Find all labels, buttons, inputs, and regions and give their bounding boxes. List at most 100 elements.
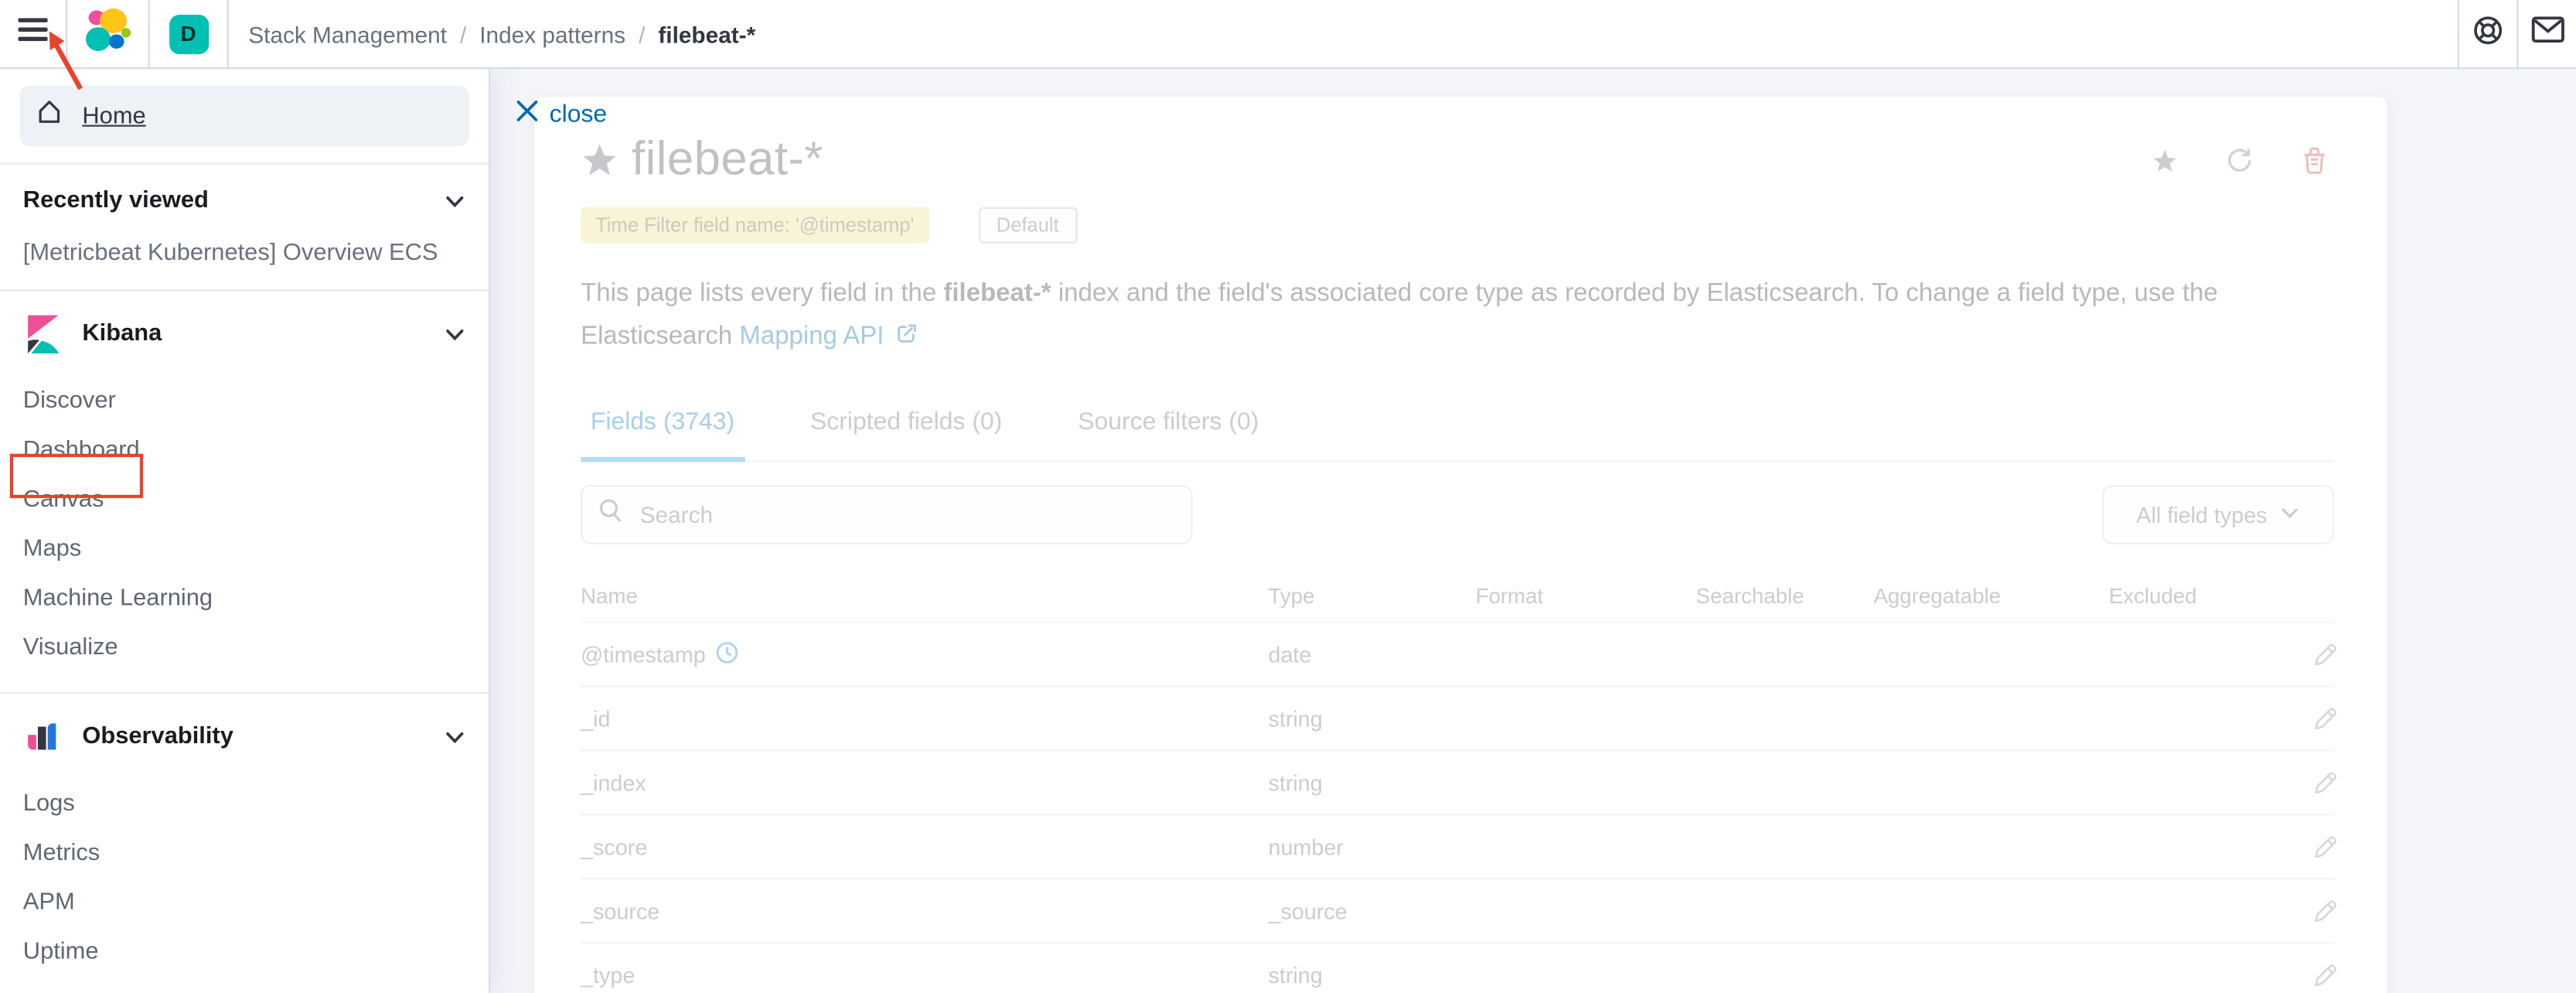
set-default-star-icon[interactable] [2152,147,2178,173]
field-type: date [1268,642,1475,667]
main-content-area: close filebeat-* [490,69,2576,993]
search-input[interactable] [636,500,1174,529]
index-name-bold: filebeat-* [943,279,1051,307]
tab-source-filters[interactable]: Source filters (0) [1068,408,1269,460]
kibana-logo-icon [23,314,63,353]
field-name: _score [581,834,647,859]
breadcrumb-stack-management[interactable]: Stack Management [248,21,447,47]
sidebar-item-discover[interactable]: Discover [23,377,465,426]
field-type: string [1268,706,1475,731]
table-row: @timestamp date [581,623,2334,688]
refresh-icon[interactable] [2226,146,2254,174]
table-row: _type string [581,944,2334,993]
edit-field-pencil-icon[interactable] [2313,964,2338,988]
elastic-logo-icon [84,5,132,61]
nav-flyout: Home Recently viewed [Metricbeat Kuberne… [0,69,490,993]
default-badge: Default [978,207,1077,244]
home-label: Home [82,103,145,129]
breadcrumb-current-page: filebeat-* [658,21,755,47]
nav-group-observability: Observability Logs Metrics APM Uptime [0,694,489,993]
index-pattern-panel: close filebeat-* [533,95,2388,993]
tab-bar: Fields (3743) Scripted fields (0) Source… [581,408,2334,462]
time-field-clock-icon [716,640,739,668]
table-row: _score number [581,815,2334,879]
help-icon [2472,14,2503,53]
sidebar-item-apm[interactable]: APM [23,878,465,927]
table-row: _source _source [581,879,2334,944]
top-bar-divider [227,0,229,68]
field-type-filter-select[interactable]: All field types [2102,485,2334,544]
page-description: This page lists every field in the fileb… [581,273,2275,359]
sidebar-item-dashboard[interactable]: Dashboard [23,426,465,476]
newsfeed-button[interactable] [2519,0,2576,68]
close-button[interactable]: close [516,101,607,128]
home-icon [36,99,63,134]
sidebar-item-canvas[interactable]: Canvas [23,475,465,524]
breadcrumb-index-patterns[interactable]: Index patterns [479,21,625,47]
edit-field-pencil-icon[interactable] [2313,899,2338,923]
observability-group-title: Observability [82,723,233,749]
column-header-aggregatable: Aggregatable [1873,584,2108,609]
mapping-api-link[interactable]: Mapping API [739,322,884,350]
observability-logo-icon [23,717,63,756]
chevron-down-icon[interactable] [444,726,465,748]
column-header-excluded: Excluded [2109,584,2313,609]
space-selector[interactable]: D [150,0,227,68]
nav-group-kibana: Kibana Discover Dashboard Canvas Maps Ma… [0,291,489,694]
elastic-logo[interactable] [67,0,148,68]
table-row: _index string [581,752,2334,816]
sidebar-item-visualize[interactable]: Visualize [23,623,465,673]
table-row: _id string [581,688,2334,752]
field-type: string [1268,964,1475,988]
edit-field-pencil-icon[interactable] [2313,642,2338,667]
edit-field-pencil-icon[interactable] [2313,834,2338,859]
field-name: _source [581,899,659,923]
nav-group-recently-viewed: Recently viewed [Metricbeat Kubernetes] … [0,165,489,292]
kibana-app: D Stack Management / Index patterns / fi… [0,0,2576,993]
field-name: _type [581,964,635,988]
edit-field-pencil-icon[interactable] [2313,770,2338,795]
chevron-down-icon[interactable] [444,323,465,345]
breadcrumb: Stack Management / Index patterns / file… [248,21,755,47]
observability-group-header[interactable]: Observability [23,717,465,756]
newsfeed-icon [2530,16,2564,51]
sidebar-item-machine-learning[interactable]: Machine Learning [23,574,465,623]
breadcrumb-separator: / [639,21,645,47]
field-type: _source [1268,899,1475,923]
menu-toggle-button[interactable] [0,0,66,68]
sidebar-item-logs[interactable]: Logs [23,780,465,829]
tab-scripted-fields[interactable]: Scripted fields (0) [800,408,1012,460]
space-badge: D [169,14,208,53]
sidebar-item-maps[interactable]: Maps [23,524,465,574]
close-label: close [550,101,608,128]
tab-fields[interactable]: Fields (3743) [581,408,745,462]
observability-group-items: Logs Metrics APM Uptime [23,780,465,977]
field-type: number [1268,834,1475,859]
recently-viewed-header[interactable]: Recently viewed [23,187,465,213]
sidebar-item-metrics[interactable]: Metrics [23,828,465,878]
chevron-down-icon[interactable] [444,190,465,212]
fields-table: Name Type Format Searchable Aggregatable… [581,571,2334,993]
filter-row: All field types [581,485,2334,544]
field-name: @timestamp [581,642,706,667]
field-name: _id [581,706,610,731]
field-type: string [1268,770,1475,795]
column-header-type: Type [1268,584,1475,609]
time-filter-badge: Time Filter field name: '@timestamp' [581,207,929,244]
top-bar-right [2458,0,2576,68]
help-button[interactable] [2459,0,2516,68]
kibana-group-title: Kibana [82,321,162,347]
kibana-group-items: Discover Dashboard Canvas Maps Machine L… [23,377,465,673]
external-link-icon [889,322,918,350]
top-bar: D Stack Management / Index patterns / fi… [0,0,2576,69]
search-box[interactable] [581,485,1193,544]
edit-field-pencil-icon[interactable] [2313,706,2338,731]
sidebar-item-uptime[interactable]: Uptime [23,927,465,977]
kibana-group-header[interactable]: Kibana [23,314,465,353]
column-header-name: Name [581,584,1268,609]
search-icon [598,498,623,531]
recently-viewed-item[interactable]: [Metricbeat Kubernetes] Overview ECS [23,240,465,273]
field-name: _index [581,770,646,795]
sidebar-item-home[interactable]: Home [20,86,469,147]
delete-trash-icon[interactable] [2302,146,2328,174]
